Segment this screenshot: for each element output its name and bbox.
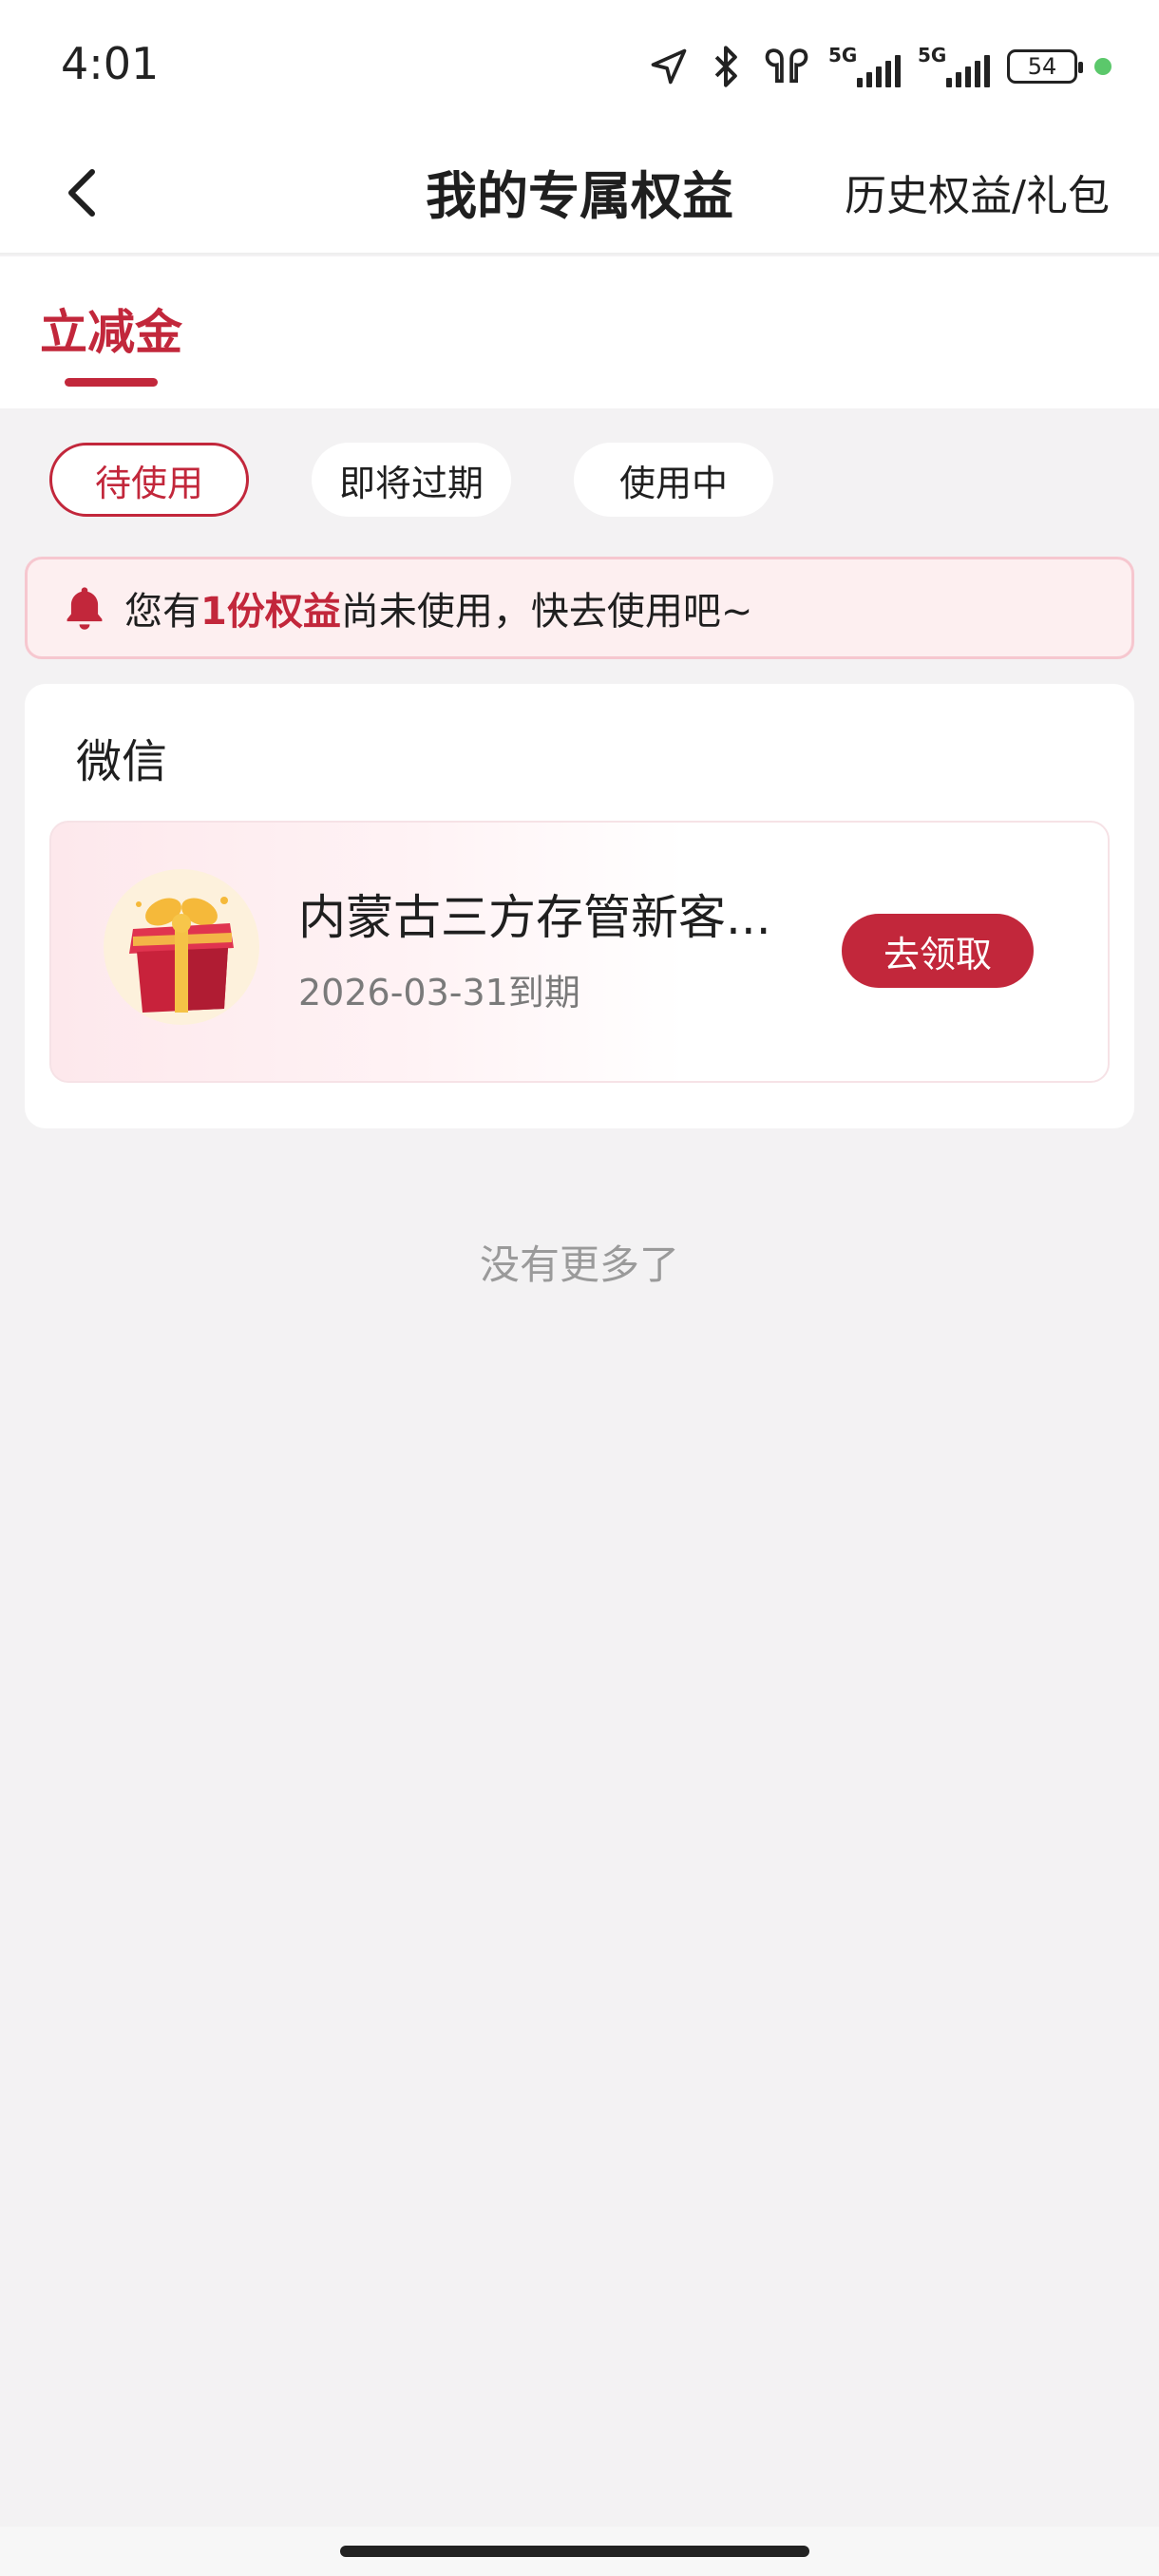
home-indicator[interactable] [340,2546,809,2557]
benefit-expiry: 2026-03-31到期 [298,972,580,1013]
notice-prefix: 您有 [124,590,200,634]
claim-button[interactable]: 去领取 [842,914,1034,988]
battery-icon: 54 [1007,49,1083,84]
status-time: 4:01 [61,38,160,89]
privacy-dot-icon [1094,58,1112,75]
location-arrow-icon [648,43,690,90]
history-link[interactable]: 历史权益/礼包 [845,161,1110,222]
filter-expiring[interactable]: 即将过期 [312,443,511,517]
bell-icon [60,583,109,633]
filter-chips: 待使用 即将过期 使用中 [49,443,773,517]
tab-bar: 立减金 [0,256,1159,408]
tab-indicator [65,378,158,387]
wechat-benefits-card: 微信 内蒙古三方存管新客... 2026-03-31到期 去领取 [25,684,1134,1128]
unused-notice: 您有 1份权益 尚未使用，快去使用吧~ [25,557,1134,659]
bluetooth-icon [707,43,745,90]
gift-box-icon [101,866,262,1028]
notice-count: 1份权益 [200,590,341,634]
status-icons: 5G 5G 54 [648,38,1112,95]
signal-tag: 5G [918,44,947,66]
benefit-item[interactable]: 内蒙古三方存管新客... 2026-03-31到期 去领取 [49,821,1110,1083]
earbuds-icon [762,43,811,90]
tab-instant-discount[interactable]: 立减金 [40,294,182,363]
signal-icon: 5G [828,44,901,87]
screen: 4:01 5G 5G 54 我的专属权益 历史权益/礼包 立减金 待使用 即将过… [0,0,1159,2576]
notice-suffix: 尚未使用，快去使用吧~ [340,590,753,634]
nav-bar: 我的专属权益 历史权益/礼包 [0,133,1159,255]
benefit-name: 内蒙古三方存管新客... [298,890,771,945]
status-bar: 4:01 5G 5G 54 [0,0,1159,133]
signal-tag: 5G [828,44,858,66]
filter-in-use[interactable]: 使用中 [574,443,773,517]
card-title: 微信 [76,735,168,788]
signal-icon: 5G [918,44,990,87]
no-more-text: 没有更多了 [479,1241,679,1288]
filter-pending[interactable]: 待使用 [49,443,249,517]
